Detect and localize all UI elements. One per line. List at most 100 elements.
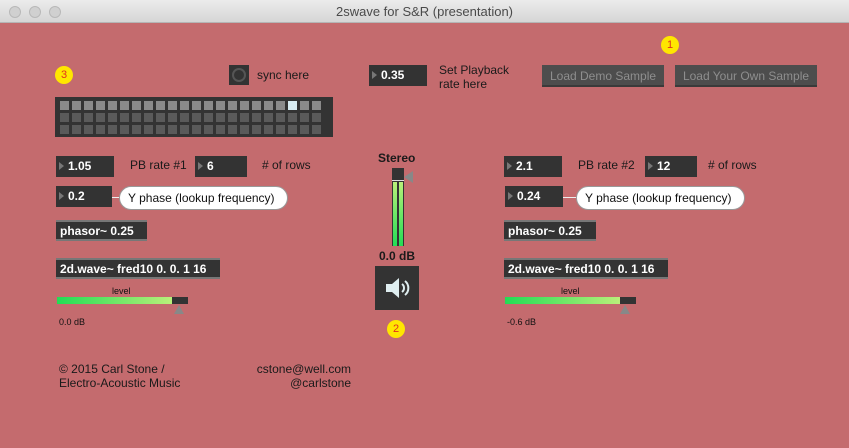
yphase-2-number[interactable]: 0.24 [505,186,563,207]
grid-cell[interactable] [180,113,189,122]
grid-cell[interactable] [132,113,141,122]
load-own-sample-button[interactable]: Load Your Own Sample [675,65,817,87]
grid-cell[interactable] [120,101,129,110]
grid-cell[interactable] [264,125,273,134]
grid-cell[interactable] [72,101,81,110]
grid-cell[interactable] [108,101,117,110]
rows-1-number[interactable]: 6 [195,156,247,177]
grid-cell[interactable] [216,101,225,110]
grid-cell[interactable] [156,113,165,122]
grid-cell[interactable] [276,125,285,134]
grid-cell[interactable] [144,125,153,134]
credit-line: Electro-Acoustic Music [59,376,181,390]
twitter-handle: @carlstone [290,376,351,390]
grid-cell[interactable] [276,113,285,122]
grid-cell[interactable] [228,101,237,110]
credit-line: © 2015 Carl Stone / [59,362,165,376]
grid-cell[interactable] [312,125,321,134]
grid-cell[interactable] [60,113,69,122]
grid-cell[interactable] [204,113,213,122]
grid-cell[interactable] [276,101,285,110]
email-link[interactable]: cstone@well.com [257,362,351,376]
grid-cell[interactable] [108,125,117,134]
level-2-slider[interactable] [505,297,636,304]
grid-cell[interactable] [96,125,105,134]
grid-cell[interactable] [240,113,249,122]
grid-cell[interactable] [192,101,201,110]
grid-cell[interactable] [168,113,177,122]
rows-2-number[interactable]: 12 [645,156,697,177]
grid-cell[interactable] [252,125,261,134]
grid-cell[interactable] [72,113,81,122]
grid-cell[interactable] [312,101,321,110]
window-title: 2swave for S&R (presentation) [335,4,514,19]
grid-cell[interactable] [156,101,165,110]
grid-cell[interactable] [288,113,297,122]
grid-cell[interactable] [216,113,225,122]
pb-rate-1-number[interactable]: 1.05 [56,156,114,177]
wave-2-object[interactable]: 2d.wave~ fred10 0. 0. 1 16 [504,258,668,279]
phasor-1-object[interactable]: phasor~ 0.25 [56,220,147,241]
grid-cell[interactable] [132,125,141,134]
grid-cell[interactable] [216,125,225,134]
gain-handle-icon[interactable] [404,171,413,183]
grid-cell[interactable] [132,101,141,110]
phasor-2-object[interactable]: phasor~ 0.25 [504,220,596,241]
grid-cell[interactable] [252,113,261,122]
grid-cell[interactable] [192,113,201,122]
grid-cell[interactable] [72,125,81,134]
pb-rate-2-label: PB rate #2 [578,158,635,172]
grid-cell[interactable] [84,113,93,122]
grid-cell[interactable] [96,101,105,110]
grid-cell[interactable] [120,113,129,122]
grid-cell[interactable] [240,125,249,134]
master-gain-slider[interactable] [392,168,404,246]
grid-cell[interactable] [228,125,237,134]
step-grid[interactable] [55,97,333,137]
grid-cell[interactable] [264,113,273,122]
grid-cell[interactable] [180,125,189,134]
grid-cell[interactable] [84,125,93,134]
grid-cell[interactable] [264,101,273,110]
wave-1-object[interactable]: 2d.wave~ fred10 0. 0. 1 16 [56,258,220,279]
grid-cell[interactable] [240,101,249,110]
grid-cell[interactable] [84,101,93,110]
grid-cell[interactable] [300,113,309,122]
grid-cell[interactable] [192,125,201,134]
grid-cell[interactable] [204,125,213,134]
minimize-window-button[interactable] [29,6,41,18]
grid-cell[interactable] [60,101,69,110]
sync-toggle[interactable] [229,65,249,85]
grid-cell[interactable] [108,113,117,122]
level-2-label: level [561,286,580,296]
close-window-button[interactable] [9,6,21,18]
grid-cell[interactable] [144,113,153,122]
grid-cell[interactable] [156,125,165,134]
grid-cell[interactable] [312,113,321,122]
zoom-window-button[interactable] [49,6,61,18]
level-1-slider[interactable] [57,297,188,304]
grid-cell[interactable] [288,125,297,134]
grid-cell[interactable] [228,113,237,122]
grid-cell[interactable] [252,101,261,110]
badge-1: 1 [661,36,679,54]
yphase-2-comment: Y phase (lookup frequency) [576,186,745,210]
grid-cell[interactable] [300,101,309,110]
grid-cell[interactable] [300,125,309,134]
grid-cell[interactable] [204,101,213,110]
grid-cell[interactable] [168,125,177,134]
grid-cell[interactable] [120,125,129,134]
grid-cell[interactable] [96,113,105,122]
yphase-1-number[interactable]: 0.2 [56,186,112,207]
level-1-handle-icon[interactable] [174,305,184,314]
load-demo-sample-button[interactable]: Load Demo Sample [542,65,664,87]
pb-rate-2-number[interactable]: 2.1 [504,156,562,177]
grid-cell[interactable] [288,101,297,110]
grid-cell[interactable] [144,101,153,110]
level-2-handle-icon[interactable] [620,305,630,314]
grid-cell[interactable] [60,125,69,134]
grid-cell[interactable] [168,101,177,110]
dac-toggle-button[interactable] [375,266,419,310]
playback-rate-number[interactable]: 0.35 [369,65,427,86]
grid-cell[interactable] [180,101,189,110]
